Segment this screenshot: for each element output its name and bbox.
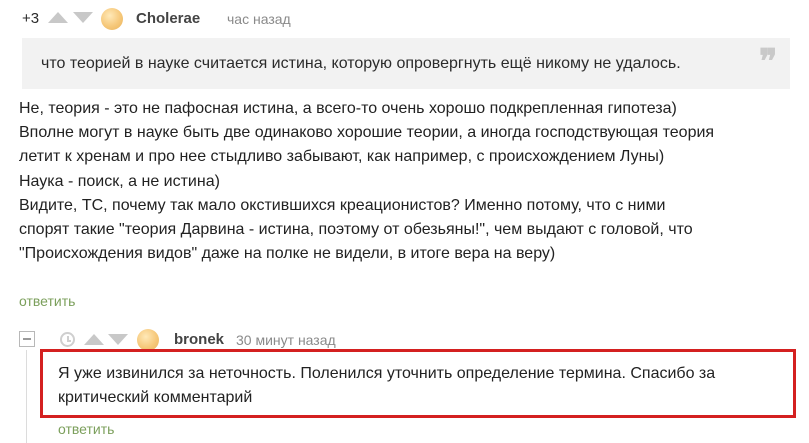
comment-header: +3 Cholerae час назад — [0, 0, 809, 40]
avatar[interactable] — [101, 8, 123, 30]
downvote-icon[interactable] — [108, 334, 128, 345]
highlighted-comment: Я уже извинился за неточность. Поленился… — [40, 349, 796, 418]
comment-line: спорят такие "теория Дарвина - истина, п… — [19, 221, 693, 239]
comment-line: "Происхождения видов" даже на полке не в… — [19, 245, 556, 263]
timestamp[interactable]: час назад — [227, 11, 291, 27]
comment-line: летит к хренам и про нее стыдливо забыва… — [19, 148, 665, 166]
comment-line: Я уже извинился за неточность. Поленился… — [58, 365, 716, 382]
avatar[interactable] — [137, 329, 159, 351]
reply-button[interactable]: ответить — [19, 293, 75, 309]
comment-line: критический комментарий — [58, 389, 253, 406]
timestamp[interactable]: 30 минут назад — [236, 332, 336, 348]
username[interactable]: Cholerae — [136, 10, 200, 27]
quote-block: что теорией в науке считается истина, ко… — [22, 38, 790, 89]
reply-button[interactable]: ответить — [58, 421, 114, 437]
rating-value: +3 — [22, 10, 40, 27]
comment-line: Видите, ТС, почему так мало окстившихся … — [19, 196, 666, 214]
clock-icon — [60, 332, 75, 347]
downvote-icon[interactable] — [73, 12, 93, 23]
username[interactable]: bronek — [174, 331, 224, 348]
comment-line: Вполне могут в науке быть две одинаково … — [19, 124, 715, 142]
thread-line — [26, 350, 27, 443]
comment-line: Наука - поиск, а не истина) — [19, 172, 220, 190]
comment-body: Не, теория - это не пафосная истина, а в… — [19, 97, 799, 266]
quote-text: что теорией в науке считается истина, ко… — [41, 55, 681, 72]
upvote-icon[interactable] — [48, 12, 68, 23]
comment-body: Я уже извинился за неточность. Поленился… — [58, 362, 788, 410]
upvote-icon[interactable] — [84, 334, 104, 345]
collapse-toggle[interactable] — [19, 331, 35, 347]
comment-line: Не, теория - это не пафосная истина, а в… — [19, 100, 677, 117]
quote-icon: ❞ — [759, 42, 778, 82]
